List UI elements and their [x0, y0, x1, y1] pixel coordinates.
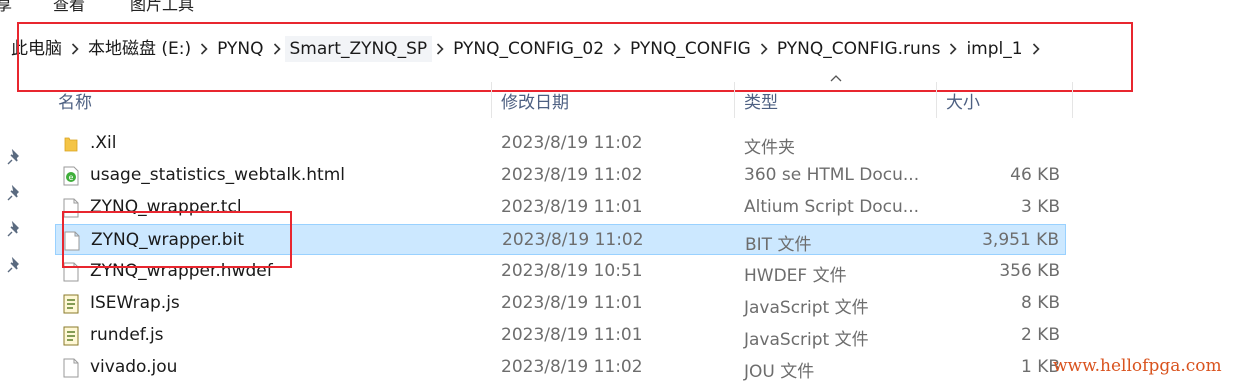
- file-name: ISEWrap.js: [90, 293, 180, 313]
- blank-file-icon: [63, 358, 79, 378]
- column-header-name[interactable]: 名称: [58, 88, 92, 113]
- breadcrumb-pynq-config[interactable]: PYNQ_CONFIG: [625, 36, 756, 62]
- file-row[interactable]: ZYNQ_wrapper.hwdef 2023/8/19 10:51 HWDEF…: [55, 256, 1066, 287]
- quick-access-pane: [0, 118, 34, 384]
- file-row-selected[interactable]: ZYNQ_wrapper.bit 2023/8/19 11:02 BIT 文件 …: [55, 224, 1066, 255]
- blank-file-icon: [63, 198, 79, 218]
- chevron-right-icon[interactable]: [1028, 43, 1044, 55]
- pin-icon[interactable]: [7, 185, 23, 201]
- chevron-right-icon[interactable]: [269, 43, 285, 55]
- file-row[interactable]: ZYNQ_wrapper.tcl 2023/8/19 11:01 Altium …: [55, 192, 1066, 223]
- file-row[interactable]: e usage_statistics_webtalk.html 2023/8/1…: [55, 160, 1066, 191]
- svg-text:e: e: [69, 173, 74, 182]
- chevron-right-icon[interactable]: [196, 43, 212, 55]
- ribbon-tabs: 享 查看 图片工具: [0, 0, 1234, 14]
- chevron-right-icon[interactable]: [945, 43, 961, 55]
- file-date: 2023/8/19 11:02: [502, 230, 644, 250]
- file-date: 2023/8/19 11:01: [501, 197, 643, 217]
- file-name: vivado.jou: [90, 357, 178, 377]
- file-type: BIT 文件: [745, 235, 812, 255]
- file-type: 360 se HTML Docu...: [744, 165, 920, 185]
- breadcrumb-smart-zynq-sp[interactable]: Smart_ZYNQ_SP: [284, 36, 433, 62]
- blank-file-icon: [64, 231, 80, 251]
- breadcrumb-pynq[interactable]: PYNQ: [212, 36, 268, 62]
- address-bar[interactable]: 此电脑 本地磁盘 (E:) PYNQ Smart_ZYNQ_SP PYNQ_CO…: [0, 26, 1234, 72]
- breadcrumb-this-pc[interactable]: 此电脑: [6, 36, 67, 62]
- folder-icon: [64, 137, 78, 152]
- pin-icon[interactable]: [7, 149, 23, 165]
- chevron-right-icon[interactable]: [756, 43, 772, 55]
- chevron-right-icon[interactable]: [67, 43, 83, 55]
- file-date: 2023/8/19 10:51: [501, 261, 643, 281]
- breadcrumb-impl-1[interactable]: impl_1: [961, 36, 1027, 62]
- file-size: 8 KB: [1020, 293, 1060, 313]
- file-row[interactable]: rundef.js 2023/8/19 11:01 JavaScript 文件 …: [55, 320, 1066, 351]
- pin-icon[interactable]: [7, 257, 23, 273]
- ribbon-tab-picture-tools[interactable]: 图片工具: [130, 0, 194, 14]
- ribbon-tab-share[interactable]: 享: [0, 0, 12, 14]
- file-row[interactable]: ISEWrap.js 2023/8/19 11:01 JavaScript 文件…: [55, 288, 1066, 319]
- file-type: JavaScript 文件: [744, 298, 869, 318]
- column-headers: 名称 修改日期 类型 大小: [0, 80, 1234, 118]
- file-name: ZYNQ_wrapper.tcl: [90, 197, 242, 217]
- file-size: 356 KB: [999, 261, 1060, 281]
- file-date: 2023/8/19 11:02: [501, 165, 643, 185]
- ribbon-tab-view[interactable]: 查看: [53, 0, 85, 14]
- file-type: Altium Script Docu...: [744, 197, 920, 217]
- file-name: ZYNQ_wrapper.bit: [91, 230, 244, 250]
- file-date: 2023/8/19 11:02: [501, 133, 643, 153]
- column-header-date[interactable]: 修改日期: [501, 88, 569, 113]
- file-name: ZYNQ_wrapper.hwdef: [90, 261, 273, 281]
- file-type: JOU 文件: [744, 362, 815, 382]
- file-name: .Xil: [90, 133, 117, 153]
- breadcrumb-pynq-config-02[interactable]: PYNQ_CONFIG_02: [448, 36, 609, 62]
- file-size: 46 KB: [1010, 165, 1060, 185]
- file-name: usage_statistics_webtalk.html: [90, 165, 346, 185]
- file-type: JavaScript 文件: [744, 330, 869, 350]
- column-divider[interactable]: [491, 82, 492, 118]
- column-divider[interactable]: [1072, 82, 1073, 118]
- script-icon: [63, 294, 79, 314]
- script-icon: [63, 326, 79, 346]
- file-type: HWDEF 文件: [744, 266, 847, 286]
- column-divider[interactable]: [936, 82, 937, 118]
- chevron-right-icon[interactable]: [609, 43, 625, 55]
- file-type: 文件夹: [744, 138, 795, 158]
- column-divider[interactable]: [734, 82, 735, 118]
- breadcrumb-drive-e[interactable]: 本地磁盘 (E:): [83, 36, 196, 62]
- breadcrumb: 此电脑 本地磁盘 (E:) PYNQ Smart_ZYNQ_SP PYNQ_CO…: [6, 36, 1044, 62]
- file-date: 2023/8/19 11:01: [501, 293, 643, 313]
- column-header-type[interactable]: 类型: [744, 88, 778, 113]
- column-header-size[interactable]: 大小: [946, 88, 980, 113]
- blank-file-icon: [63, 262, 79, 282]
- file-size: 2 KB: [1020, 325, 1060, 345]
- file-size: 3 KB: [1020, 197, 1060, 217]
- file-row[interactable]: .Xil 2023/8/19 11:02 文件夹: [55, 128, 1066, 159]
- breadcrumb-pynq-config-runs[interactable]: PYNQ_CONFIG.runs: [772, 36, 946, 62]
- file-date: 2023/8/19 11:01: [501, 325, 643, 345]
- chevron-right-icon[interactable]: [432, 43, 448, 55]
- watermark: www.hellofpga.com: [1053, 356, 1222, 376]
- file-size: 3,951 KB: [982, 230, 1059, 250]
- pin-icon[interactable]: [7, 221, 23, 237]
- html-360-icon: e: [63, 166, 79, 186]
- file-row[interactable]: vivado.jou 2023/8/19 11:02 JOU 文件 1 KB: [55, 352, 1066, 383]
- file-name: rundef.js: [90, 325, 164, 345]
- file-date: 2023/8/19 11:02: [501, 357, 643, 377]
